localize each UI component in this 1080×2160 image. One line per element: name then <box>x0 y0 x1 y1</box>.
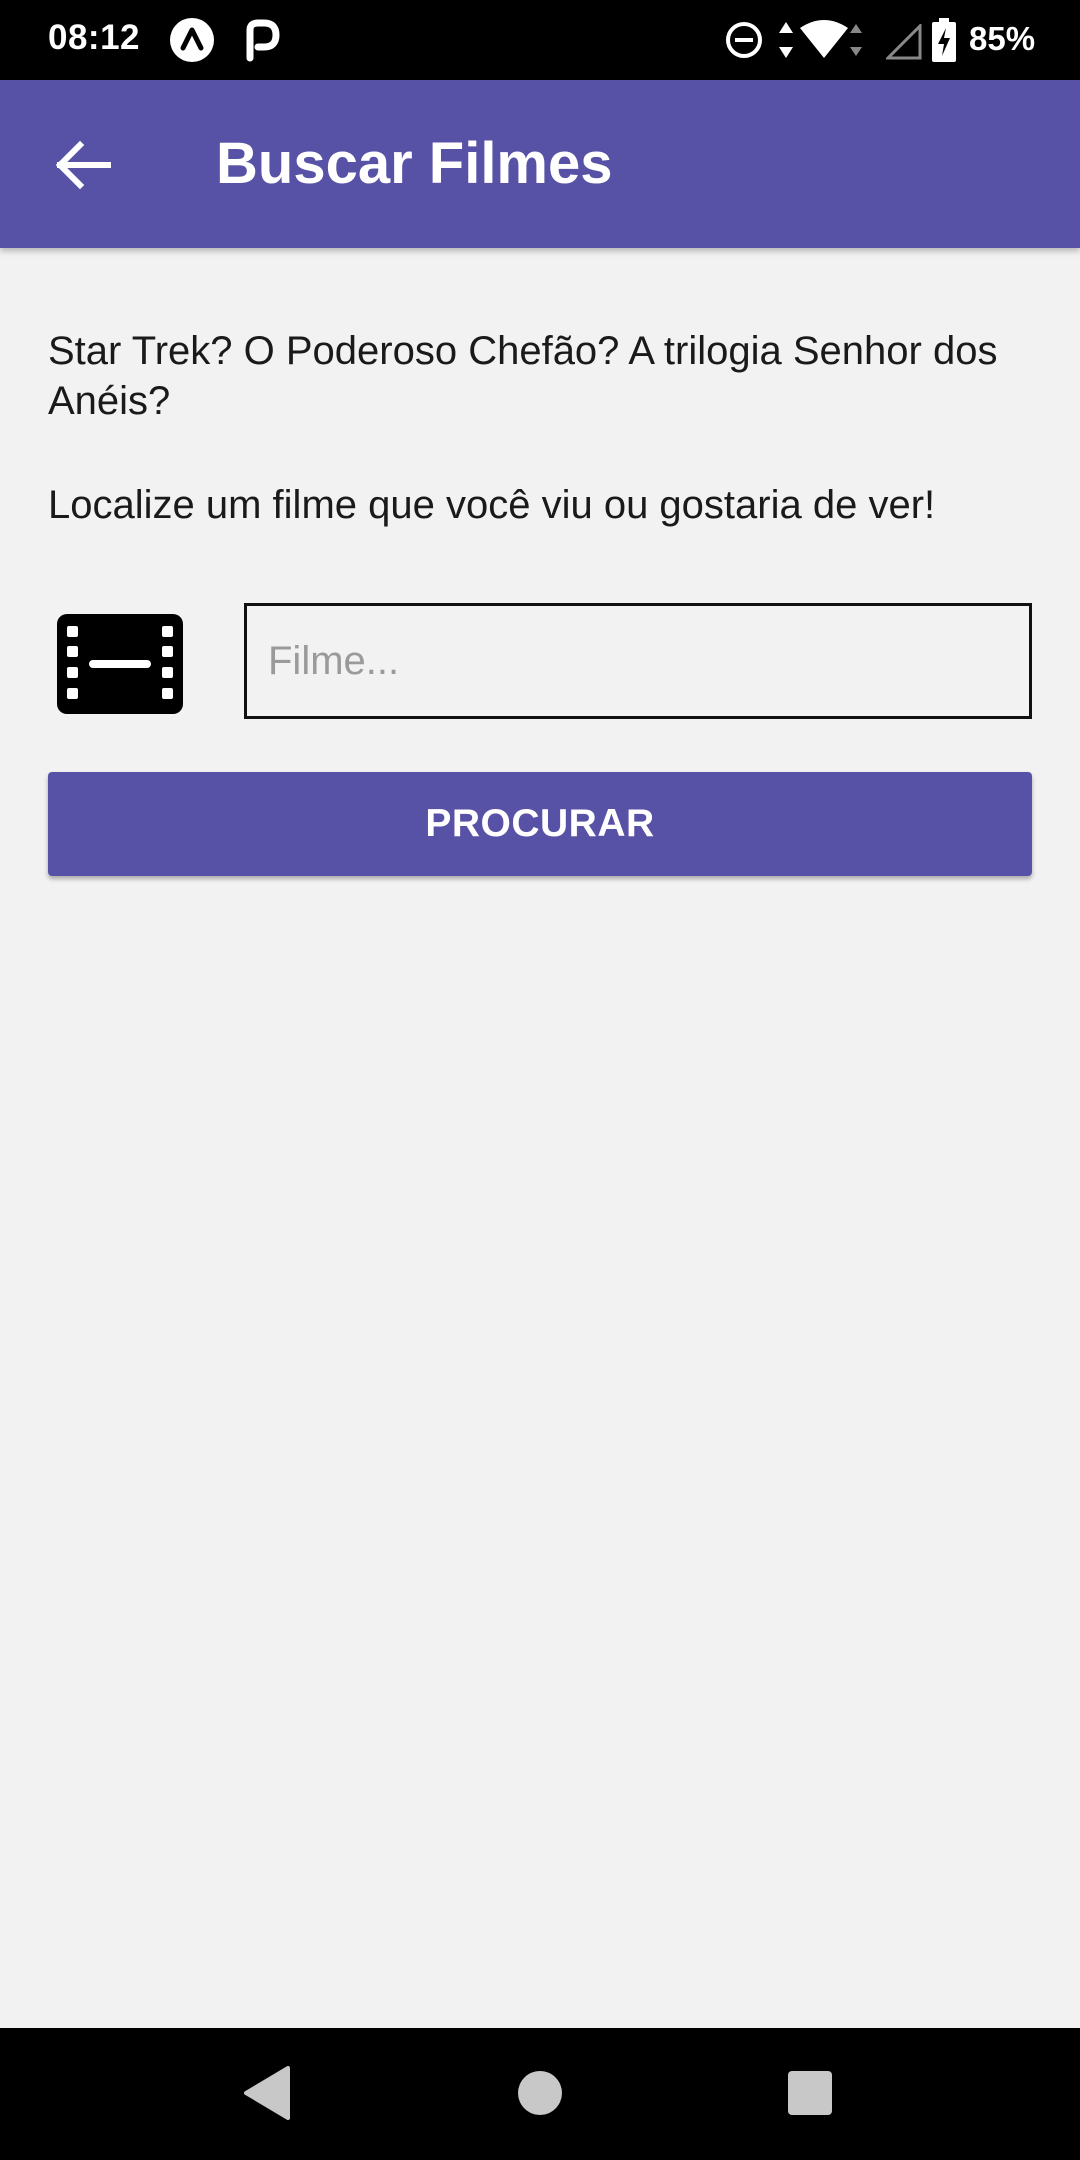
status-bar: 08:12 85% <box>0 0 1080 80</box>
page-title: Buscar Filmes <box>216 131 613 196</box>
search-button[interactable]: PROCURAR <box>48 772 1032 876</box>
nav-home-icon <box>518 2071 562 2115</box>
status-time: 08:12 <box>48 18 141 57</box>
battery-percent: 85% <box>969 20 1036 57</box>
nav-back-button[interactable] <box>218 2048 318 2138</box>
expo-a-icon <box>170 18 214 62</box>
back-button[interactable] <box>44 125 124 205</box>
do-not-disturb-icon <box>726 22 762 58</box>
intro-text: Star Trek? O Poderoso Chefão? A trilogia… <box>48 329 998 423</box>
nav-recents-button[interactable] <box>760 2048 860 2138</box>
arrow-left-icon <box>55 140 111 190</box>
wifi-icon <box>800 20 848 58</box>
intro-subtext: Localize um filme que você viu ou gostar… <box>48 483 936 527</box>
app-bar: Buscar Filmes <box>0 80 1080 248</box>
battery-charging-icon <box>932 18 956 62</box>
nav-back-icon <box>244 2066 290 2120</box>
nav-recents-icon <box>788 2071 832 2115</box>
cell-signal-icon <box>886 24 922 60</box>
nav-home-button[interactable] <box>490 2048 590 2138</box>
movie-film-icon <box>57 614 183 714</box>
film-search-input[interactable] <box>244 603 1032 719</box>
wifi-data-arrows-icon <box>850 24 862 56</box>
p-notification-icon <box>246 19 280 62</box>
navigation-bar <box>0 2028 1080 2160</box>
data-arrows-icon <box>779 22 793 58</box>
